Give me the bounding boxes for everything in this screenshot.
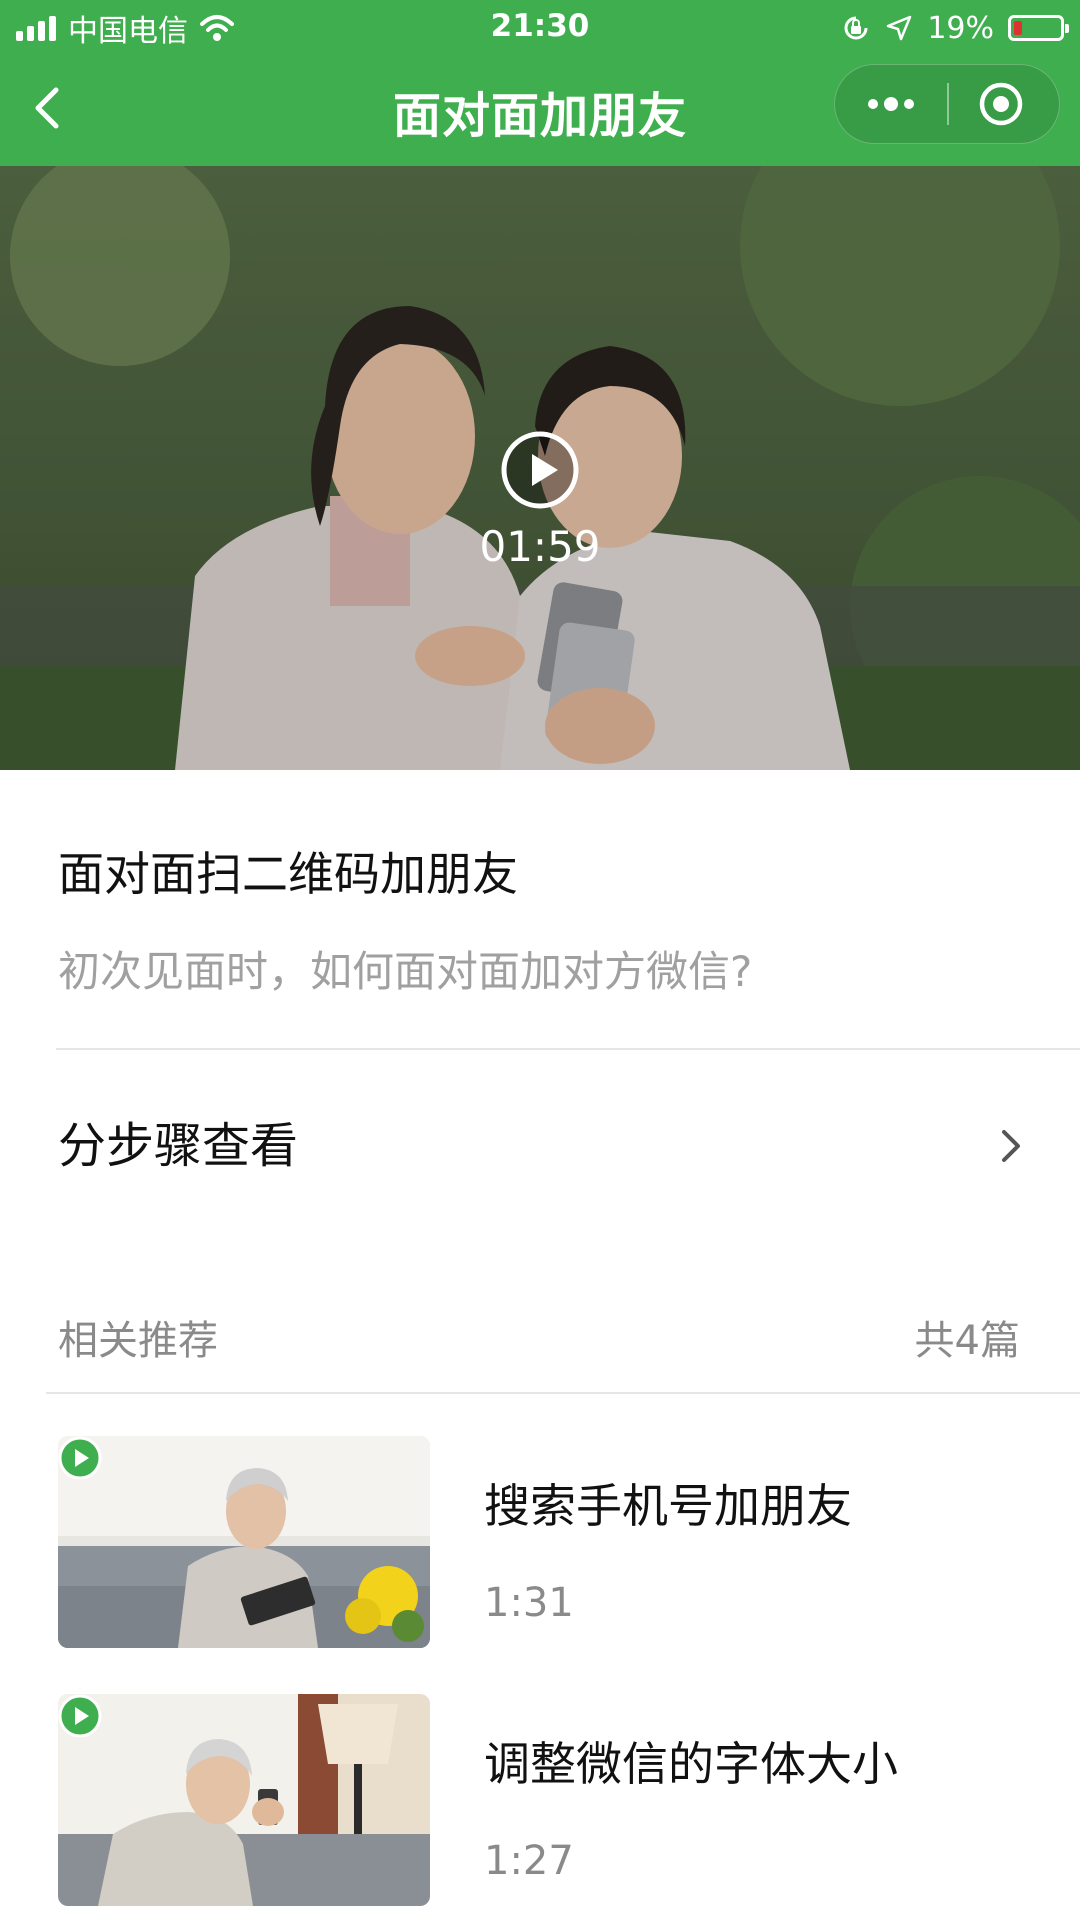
divider bbox=[46, 1392, 1080, 1394]
app-header: 中国电信 21:30 19% 面对面加朋友 bbox=[0, 0, 1080, 166]
status-bar: 中国电信 21:30 19% bbox=[0, 0, 1080, 54]
battery-icon bbox=[1008, 15, 1069, 41]
recommend-item[interactable]: 调整微信的字体大小 1:27 bbox=[0, 1694, 1080, 1908]
play-icon bbox=[58, 1436, 102, 1480]
rotation-lock-icon bbox=[844, 16, 868, 40]
chevron-right-icon bbox=[1002, 1130, 1020, 1162]
play-icon[interactable] bbox=[498, 428, 582, 512]
menu-capsule bbox=[834, 64, 1060, 144]
recommend-count: 共4篇 bbox=[914, 1318, 1020, 1364]
video-player[interactable]: 01:59 bbox=[0, 166, 1080, 770]
recommend-header: 相关推荐 共4篇 bbox=[0, 1290, 1080, 1390]
battery-fill bbox=[1014, 21, 1022, 35]
location-arrow-icon bbox=[887, 15, 912, 41]
status-right: 19% bbox=[841, 8, 1069, 48]
video-thumbnail bbox=[58, 1694, 430, 1906]
nav-bar: 面对面加朋友 bbox=[0, 54, 1080, 166]
target-close-icon[interactable] bbox=[949, 65, 1059, 143]
recommend-item[interactable]: 搜索手机号加朋友 1:31 bbox=[0, 1436, 1080, 1650]
article-subtitle: 初次见面时，如何面对面加对方微信? bbox=[58, 947, 753, 996]
video-duration: 01:59 bbox=[479, 522, 601, 571]
recommend-item-duration: 1:31 bbox=[484, 1580, 574, 1626]
recommend-item-title: 调整微信的字体大小 bbox=[484, 1737, 898, 1791]
play-icon bbox=[58, 1694, 102, 1738]
video-thumbnail bbox=[58, 1436, 430, 1648]
more-dots-icon[interactable] bbox=[835, 65, 947, 143]
article-title: 面对面扫二维码加朋友 bbox=[58, 847, 518, 901]
view-steps-row[interactable]: 分步骤查看 bbox=[0, 1050, 1080, 1250]
recommend-item-duration: 1:27 bbox=[484, 1838, 574, 1884]
recommend-item-title: 搜索手机号加朋友 bbox=[484, 1479, 852, 1533]
view-steps-label: 分步骤查看 bbox=[58, 1118, 299, 1174]
recommend-title: 相关推荐 bbox=[58, 1318, 218, 1364]
battery-percent: 19% bbox=[927, 10, 994, 46]
